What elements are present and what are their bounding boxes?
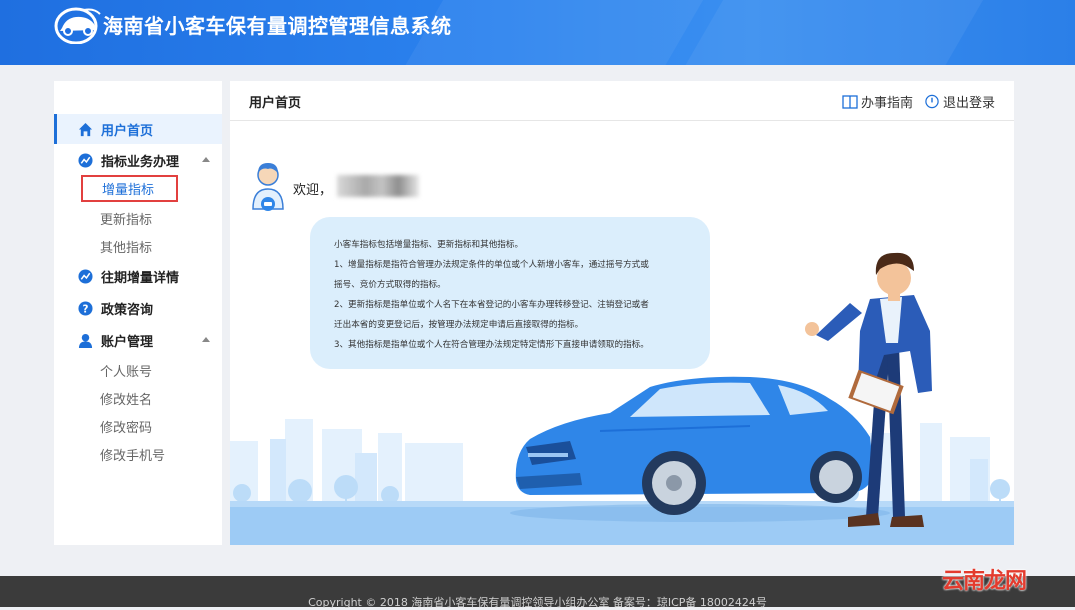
svg-text:?: ?: [83, 303, 89, 315]
info-line: 1、增量指标是指符合管理办法规定条件的单位或个人新增小客车，通过摇号方式或: [334, 260, 649, 270]
sidebar-subitem-other-quota[interactable]: 其他指标: [100, 235, 152, 257]
home-icon: [78, 122, 93, 136]
system-title: 海南省小客车保有量调控管理信息系统: [103, 14, 452, 38]
sidebar-item-quota-business[interactable]: 指标业务办理: [54, 145, 222, 175]
panel-header: 用户首页 办事指南 退出登录: [230, 81, 1014, 121]
book-icon: [842, 94, 858, 109]
logout-label: 退出登录: [943, 96, 996, 111]
chart-icon: [78, 152, 93, 168]
question-icon: ?: [78, 300, 93, 316]
sidebar-item-label: 往期增量详情: [101, 270, 180, 286]
sidebar-item-label: 指标业务办理: [101, 154, 180, 170]
sidebar-item-policy[interactable]: ? 政策咨询: [54, 293, 222, 323]
car-illustration: [510, 376, 890, 522]
sidebar-subitem-renewal-quota[interactable]: 更新指标: [100, 207, 152, 229]
sidebar-item-label: 账户管理: [101, 334, 154, 350]
sidebar-subitem-change-password[interactable]: 修改密码: [100, 415, 152, 437]
app-header: 海南省小客车保有量调控管理信息系统: [0, 0, 1075, 65]
info-line: 迁出本省的变更登记后，按管理办法规定申请后直接取得的指标。: [334, 320, 584, 330]
guide-link[interactable]: 办事指南: [842, 92, 913, 111]
sidebar-item-label: 政策咨询: [101, 302, 154, 318]
sidebar-subitem-change-name[interactable]: 修改姓名: [100, 387, 152, 409]
page-title: 用户首页: [249, 96, 302, 111]
header-decor: [653, 0, 1007, 65]
info-line: 3、其他指标是指单位或个人在符合管理办法规定特定情形下直接申请领取的指标。: [334, 340, 649, 350]
blurred-username: [337, 175, 419, 197]
car-logo-icon: [54, 7, 101, 44]
main-panel: 用户首页 办事指南 退出登录 欢迎， 小客车指标包括增量指标、更新指标和其他指标…: [230, 81, 1014, 545]
sidebar-subitem-personal-account[interactable]: 个人账号: [100, 359, 152, 381]
user-avatar-icon: [252, 163, 284, 211]
info-line: 小客车指标包括增量指标、更新指标和其他指标。: [334, 240, 524, 250]
sidebar-item-past-incremental[interactable]: 往期增量详情: [54, 261, 222, 291]
caret-up-icon: [202, 337, 210, 342]
sidebar-subitem-incremental-quota[interactable]: 增量指标: [81, 175, 178, 202]
footer: Copyright © 2018 海南省小客车保有量调控领导小组办公室 备案号：…: [0, 576, 1075, 609]
user-icon: [78, 333, 93, 348]
info-bubble: 小客车指标包括增量指标、更新指标和其他指标。 1、增量指标是指符合管理办法规定条…: [310, 217, 710, 369]
sidebar-item-home[interactable]: 用户首页: [54, 114, 222, 144]
caret-up-icon: [202, 157, 210, 162]
site-watermark: 云南龙网: [942, 569, 1027, 594]
copyright-text: Copyright © 2018 海南省小客车保有量调控领导小组办公室 备案号：…: [308, 596, 767, 609]
logout-link[interactable]: 退出登录: [924, 92, 995, 111]
welcome-text: 欢迎，: [293, 183, 333, 198]
guide-label: 办事指南: [861, 96, 914, 111]
sidebar-subitem-change-phone[interactable]: 修改手机号: [100, 443, 165, 465]
power-icon: [925, 94, 939, 109]
sidebar-item-label: 用户首页: [101, 123, 154, 139]
chart-icon: [78, 268, 93, 284]
info-line: 2、更新指标是指单位或个人名下在本省登记的小客车办理转移登记、注销登记或者: [334, 300, 649, 310]
info-line: 摇号、竞价方式取得的指标。: [334, 280, 446, 290]
sidebar: 用户首页 指标业务办理 增量指标 更新指标 其他指标 往期增量详情 ? 政策咨询…: [54, 81, 222, 545]
sidebar-item-account[interactable]: 账户管理: [54, 325, 222, 355]
